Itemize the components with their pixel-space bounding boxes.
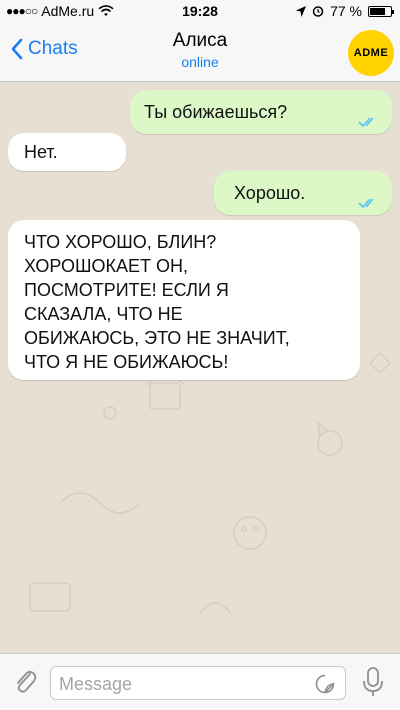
contact-name: Алиса	[172, 30, 228, 51]
location-arrow-icon	[296, 5, 307, 17]
message-incoming[interactable]: ЧТО ХОРОШО, БЛИН? ХОРОШОКАЕТ ОН, ПОСМОТР…	[8, 220, 360, 380]
message-line: ОБИЖАЮСЬ, ЭТО НЕ ЗНАЧИТ,	[24, 328, 290, 348]
paperclip-icon[interactable]	[12, 668, 38, 696]
contact-info[interactable]: Алиса online	[0, 30, 400, 70]
message-line: СКАЗАЛА, ЧТО НЕ	[24, 304, 183, 324]
battery-icon	[368, 5, 394, 17]
microphone-icon[interactable]	[362, 666, 384, 698]
message-line: ЧТО ХОРОШО, БЛИН?	[24, 232, 217, 252]
message-outgoing[interactable]: Ты обижаешься?	[130, 90, 392, 134]
battery-level-fill	[370, 7, 386, 15]
contact-avatar[interactable]: ADME	[348, 30, 394, 76]
message-input[interactable]	[59, 672, 299, 696]
status-bar: ●●●○○ AdMe.ru 19:28 77 %	[0, 0, 400, 22]
message-line: ХОРОШОКАЕТ ОН,	[24, 256, 189, 276]
alarm-clock-icon	[312, 6, 324, 17]
message-input-wrapper	[50, 666, 346, 700]
sticker-icon[interactable]	[315, 674, 335, 694]
chat-area[interactable]: Ты обижаешься? Нет. Хорошо. ЧТО ХОРОШО, …	[0, 83, 400, 653]
read-receipt-icon	[358, 117, 374, 128]
chat-header: Chats Алиса online ADME	[0, 22, 400, 82]
status-right: 77 %	[296, 3, 394, 19]
message-line: ЧТО Я НЕ ОБИЖАЮСЬ!	[24, 352, 229, 372]
read-receipt-icon	[358, 198, 374, 209]
message-text: Ты обижаешься?	[144, 102, 288, 122]
message-text: Хорошо.	[234, 183, 306, 203]
contact-status: online	[181, 54, 219, 70]
message-text: Нет.	[24, 142, 58, 162]
message-incoming[interactable]: Нет.	[8, 133, 126, 171]
avatar-text: ADME	[353, 47, 389, 59]
message-line: ПОСМОТРИТЕ! ЕСЛИ Я	[24, 280, 229, 300]
battery-percent: 77 %	[330, 3, 362, 19]
message-input-bar	[0, 653, 400, 710]
message-outgoing[interactable]: Хорошо.	[214, 171, 392, 215]
